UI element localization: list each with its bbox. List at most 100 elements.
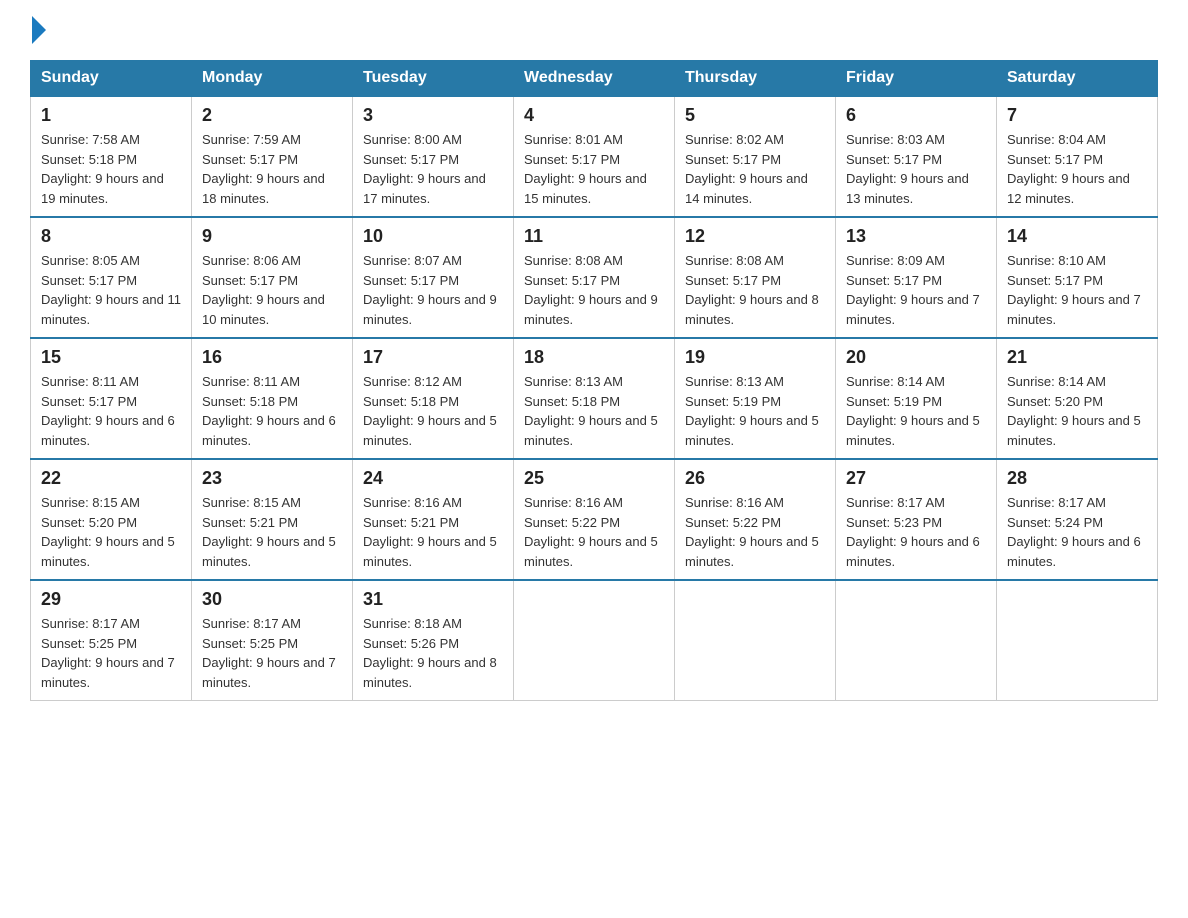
day-info: Sunrise: 8:11 AMSunset: 5:18 PMDaylight:… [202, 374, 336, 448]
day-number: 18 [524, 347, 664, 368]
calendar-empty-cell [514, 580, 675, 701]
calendar-day-cell: 24 Sunrise: 8:16 AMSunset: 5:21 PMDaylig… [353, 459, 514, 580]
calendar-week-row: 8 Sunrise: 8:05 AMSunset: 5:17 PMDayligh… [31, 217, 1158, 338]
column-header-monday: Monday [192, 61, 353, 97]
calendar-day-cell: 5 Sunrise: 8:02 AMSunset: 5:17 PMDayligh… [675, 96, 836, 217]
calendar-day-cell: 28 Sunrise: 8:17 AMSunset: 5:24 PMDaylig… [997, 459, 1158, 580]
day-info: Sunrise: 8:07 AMSunset: 5:17 PMDaylight:… [363, 253, 497, 327]
day-number: 31 [363, 589, 503, 610]
calendar-day-cell: 19 Sunrise: 8:13 AMSunset: 5:19 PMDaylig… [675, 338, 836, 459]
column-header-wednesday: Wednesday [514, 61, 675, 97]
calendar-day-cell: 29 Sunrise: 8:17 AMSunset: 5:25 PMDaylig… [31, 580, 192, 701]
day-number: 17 [363, 347, 503, 368]
calendar-day-cell: 25 Sunrise: 8:16 AMSunset: 5:22 PMDaylig… [514, 459, 675, 580]
calendar-day-cell: 9 Sunrise: 8:06 AMSunset: 5:17 PMDayligh… [192, 217, 353, 338]
day-number: 20 [846, 347, 986, 368]
page-header [30, 20, 1158, 44]
calendar-week-row: 29 Sunrise: 8:17 AMSunset: 5:25 PMDaylig… [31, 580, 1158, 701]
day-info: Sunrise: 8:15 AMSunset: 5:21 PMDaylight:… [202, 495, 336, 569]
column-header-friday: Friday [836, 61, 997, 97]
day-info: Sunrise: 8:17 AMSunset: 5:25 PMDaylight:… [202, 616, 336, 690]
day-number: 5 [685, 105, 825, 126]
day-info: Sunrise: 7:58 AMSunset: 5:18 PMDaylight:… [41, 132, 164, 206]
calendar-table: SundayMondayTuesdayWednesdayThursdayFrid… [30, 60, 1158, 701]
day-number: 11 [524, 226, 664, 247]
calendar-day-cell: 23 Sunrise: 8:15 AMSunset: 5:21 PMDaylig… [192, 459, 353, 580]
day-info: Sunrise: 8:16 AMSunset: 5:22 PMDaylight:… [685, 495, 819, 569]
column-header-thursday: Thursday [675, 61, 836, 97]
calendar-day-cell: 20 Sunrise: 8:14 AMSunset: 5:19 PMDaylig… [836, 338, 997, 459]
calendar-day-cell: 8 Sunrise: 8:05 AMSunset: 5:17 PMDayligh… [31, 217, 192, 338]
day-number: 13 [846, 226, 986, 247]
day-info: Sunrise: 8:16 AMSunset: 5:22 PMDaylight:… [524, 495, 658, 569]
calendar-day-cell: 10 Sunrise: 8:07 AMSunset: 5:17 PMDaylig… [353, 217, 514, 338]
calendar-day-cell: 13 Sunrise: 8:09 AMSunset: 5:17 PMDaylig… [836, 217, 997, 338]
calendar-day-cell: 21 Sunrise: 8:14 AMSunset: 5:20 PMDaylig… [997, 338, 1158, 459]
day-number: 30 [202, 589, 342, 610]
calendar-day-cell: 27 Sunrise: 8:17 AMSunset: 5:23 PMDaylig… [836, 459, 997, 580]
calendar-empty-cell [836, 580, 997, 701]
day-info: Sunrise: 8:08 AMSunset: 5:17 PMDaylight:… [524, 253, 658, 327]
day-info: Sunrise: 8:04 AMSunset: 5:17 PMDaylight:… [1007, 132, 1130, 206]
day-info: Sunrise: 8:09 AMSunset: 5:17 PMDaylight:… [846, 253, 980, 327]
calendar-day-cell: 18 Sunrise: 8:13 AMSunset: 5:18 PMDaylig… [514, 338, 675, 459]
day-number: 19 [685, 347, 825, 368]
day-info: Sunrise: 8:17 AMSunset: 5:23 PMDaylight:… [846, 495, 980, 569]
day-number: 14 [1007, 226, 1147, 247]
day-number: 2 [202, 105, 342, 126]
day-info: Sunrise: 8:14 AMSunset: 5:20 PMDaylight:… [1007, 374, 1141, 448]
day-number: 26 [685, 468, 825, 489]
column-header-saturday: Saturday [997, 61, 1158, 97]
calendar-day-cell: 17 Sunrise: 8:12 AMSunset: 5:18 PMDaylig… [353, 338, 514, 459]
calendar-day-cell: 2 Sunrise: 7:59 AMSunset: 5:17 PMDayligh… [192, 96, 353, 217]
day-number: 12 [685, 226, 825, 247]
day-number: 9 [202, 226, 342, 247]
calendar-week-row: 1 Sunrise: 7:58 AMSunset: 5:18 PMDayligh… [31, 96, 1158, 217]
day-info: Sunrise: 8:08 AMSunset: 5:17 PMDaylight:… [685, 253, 819, 327]
day-number: 10 [363, 226, 503, 247]
calendar-day-cell: 3 Sunrise: 8:00 AMSunset: 5:17 PMDayligh… [353, 96, 514, 217]
day-number: 22 [41, 468, 181, 489]
calendar-day-cell: 22 Sunrise: 8:15 AMSunset: 5:20 PMDaylig… [31, 459, 192, 580]
day-number: 23 [202, 468, 342, 489]
day-number: 28 [1007, 468, 1147, 489]
calendar-week-row: 22 Sunrise: 8:15 AMSunset: 5:20 PMDaylig… [31, 459, 1158, 580]
calendar-empty-cell [675, 580, 836, 701]
calendar-day-cell: 7 Sunrise: 8:04 AMSunset: 5:17 PMDayligh… [997, 96, 1158, 217]
day-number: 4 [524, 105, 664, 126]
day-info: Sunrise: 8:11 AMSunset: 5:17 PMDaylight:… [41, 374, 175, 448]
calendar-day-cell: 30 Sunrise: 8:17 AMSunset: 5:25 PMDaylig… [192, 580, 353, 701]
day-info: Sunrise: 8:02 AMSunset: 5:17 PMDaylight:… [685, 132, 808, 206]
calendar-day-cell: 26 Sunrise: 8:16 AMSunset: 5:22 PMDaylig… [675, 459, 836, 580]
calendar-day-cell: 11 Sunrise: 8:08 AMSunset: 5:17 PMDaylig… [514, 217, 675, 338]
calendar-day-cell: 14 Sunrise: 8:10 AMSunset: 5:17 PMDaylig… [997, 217, 1158, 338]
day-info: Sunrise: 8:17 AMSunset: 5:24 PMDaylight:… [1007, 495, 1141, 569]
day-number: 29 [41, 589, 181, 610]
calendar-day-cell: 16 Sunrise: 8:11 AMSunset: 5:18 PMDaylig… [192, 338, 353, 459]
day-info: Sunrise: 7:59 AMSunset: 5:17 PMDaylight:… [202, 132, 325, 206]
day-info: Sunrise: 8:13 AMSunset: 5:19 PMDaylight:… [685, 374, 819, 448]
day-info: Sunrise: 8:18 AMSunset: 5:26 PMDaylight:… [363, 616, 497, 690]
day-number: 16 [202, 347, 342, 368]
day-number: 24 [363, 468, 503, 489]
calendar-empty-cell [997, 580, 1158, 701]
day-number: 21 [1007, 347, 1147, 368]
day-info: Sunrise: 8:16 AMSunset: 5:21 PMDaylight:… [363, 495, 497, 569]
logo-triangle-icon [32, 16, 46, 44]
day-number: 7 [1007, 105, 1147, 126]
calendar-day-cell: 12 Sunrise: 8:08 AMSunset: 5:17 PMDaylig… [675, 217, 836, 338]
column-header-tuesday: Tuesday [353, 61, 514, 97]
day-info: Sunrise: 8:01 AMSunset: 5:17 PMDaylight:… [524, 132, 647, 206]
day-info: Sunrise: 8:13 AMSunset: 5:18 PMDaylight:… [524, 374, 658, 448]
day-info: Sunrise: 8:14 AMSunset: 5:19 PMDaylight:… [846, 374, 980, 448]
day-info: Sunrise: 8:10 AMSunset: 5:17 PMDaylight:… [1007, 253, 1141, 327]
calendar-day-cell: 6 Sunrise: 8:03 AMSunset: 5:17 PMDayligh… [836, 96, 997, 217]
calendar-day-cell: 15 Sunrise: 8:11 AMSunset: 5:17 PMDaylig… [31, 338, 192, 459]
day-info: Sunrise: 8:06 AMSunset: 5:17 PMDaylight:… [202, 253, 325, 327]
day-info: Sunrise: 8:15 AMSunset: 5:20 PMDaylight:… [41, 495, 175, 569]
calendar-day-cell: 31 Sunrise: 8:18 AMSunset: 5:26 PMDaylig… [353, 580, 514, 701]
day-number: 3 [363, 105, 503, 126]
calendar-week-row: 15 Sunrise: 8:11 AMSunset: 5:17 PMDaylig… [31, 338, 1158, 459]
day-number: 15 [41, 347, 181, 368]
day-number: 27 [846, 468, 986, 489]
